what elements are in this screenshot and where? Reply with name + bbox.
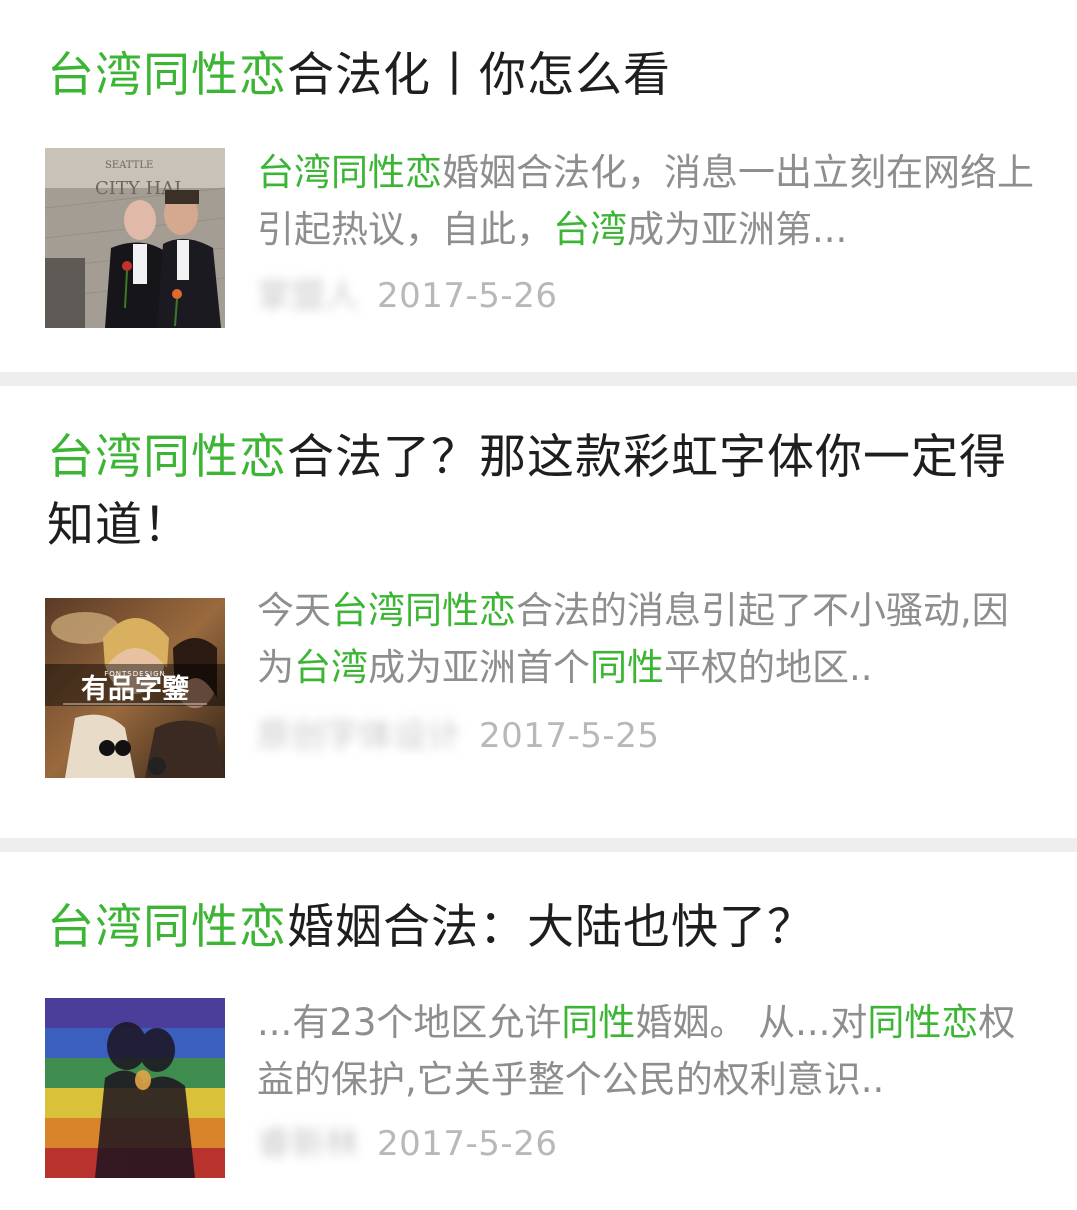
snippet-text: 婚姻。 从...对 — [635, 1001, 868, 1044]
title-highlight: 台湾同性恋 — [47, 430, 287, 485]
title-text: 婚姻合法：大陆也快了？ — [287, 900, 815, 955]
snippet-highlight: 同性 — [561, 1001, 636, 1044]
snippet-highlight: 台湾 — [294, 646, 368, 689]
publish-date: 2017-5-26 — [377, 1124, 558, 1164]
title-highlight: 台湾同性恋 — [47, 900, 287, 955]
result-snippet: ...有23个地区允许同性婚姻。 从...对同性恋权益的保护,它关乎整个公民的权… — [257, 994, 1043, 1108]
result-snippet: 台湾同性恋婚姻合法化，消息一出立刻在网络上引起热议，自此，台湾成为亚洲第... — [257, 144, 1043, 258]
thumbnail-text: SEATTLE — [105, 160, 153, 171]
source-name: 原创字体设计 — [257, 716, 461, 756]
result-title[interactable]: 台湾同性恋婚姻合法：大陆也快了？ — [47, 894, 1037, 962]
snippet-text: 今天 — [257, 589, 331, 632]
snippet-highlight: 台湾同性恋 — [331, 589, 516, 632]
snippet-text: 成为亚洲首个 — [368, 646, 590, 689]
result-divider — [0, 372, 1077, 386]
thumbnail-text: 有品字鑒 — [81, 673, 190, 705]
title-text: 合法化丨你怎么看 — [287, 48, 671, 103]
title-highlight: 台湾同性恋 — [47, 48, 287, 103]
result-title[interactable]: 台湾同性恋合法了？那这款彩虹字体你一定得知道！ — [47, 424, 1037, 560]
search-result[interactable]: 台湾同性恋婚姻合法：大陆也快了？ ...有23个地区允许同性婚姻。 从...对同… — [0, 852, 1077, 1210]
snippet-text: 平权的地区.. — [664, 646, 873, 689]
snippet-text: ...有23个地区允许 — [257, 1001, 562, 1044]
publish-date: 2017-5-26 — [377, 276, 558, 316]
result-divider — [0, 838, 1077, 852]
result-title[interactable]: 台湾同性恋合法化丨你怎么看 — [47, 42, 1037, 110]
result-meta: 原创字体设计 2017-5-25 — [257, 716, 659, 756]
snippet-text: 成为亚洲第... — [627, 208, 848, 251]
result-thumbnail[interactable]: FONTSDESIGN 有品字鑒 — [45, 598, 225, 778]
result-thumbnail[interactable]: SEATTLE CITY HAL — [45, 148, 225, 328]
snippet-highlight: 台湾 — [553, 208, 627, 251]
publish-date: 2017-5-25 — [479, 716, 660, 756]
snippet-highlight: 台湾同性恋 — [257, 151, 442, 194]
search-result[interactable]: 台湾同性恋合法化丨你怎么看 SEATTLE CITY HAL 台湾同性恋婚姻合法… — [0, 0, 1077, 372]
result-meta: 睿新林 2017-5-26 — [257, 1124, 557, 1164]
source-name: 睿新林 — [257, 1124, 359, 1164]
search-result[interactable]: 台湾同性恋合法了？那这款彩虹字体你一定得知道！ FONTSDESIGN 有品字鑒 — [0, 386, 1077, 838]
source-name: 掌盟人 — [257, 276, 359, 316]
result-thumbnail[interactable] — [45, 998, 225, 1178]
result-meta: 掌盟人 2017-5-26 — [257, 276, 557, 316]
snippet-highlight: 同性恋 — [867, 1001, 979, 1044]
snippet-highlight: 同性 — [590, 646, 664, 689]
result-snippet: 今天台湾同性恋合法的消息引起了不小骚动,因为台湾成为亚洲首个同性平权的地区.. — [257, 582, 1043, 696]
